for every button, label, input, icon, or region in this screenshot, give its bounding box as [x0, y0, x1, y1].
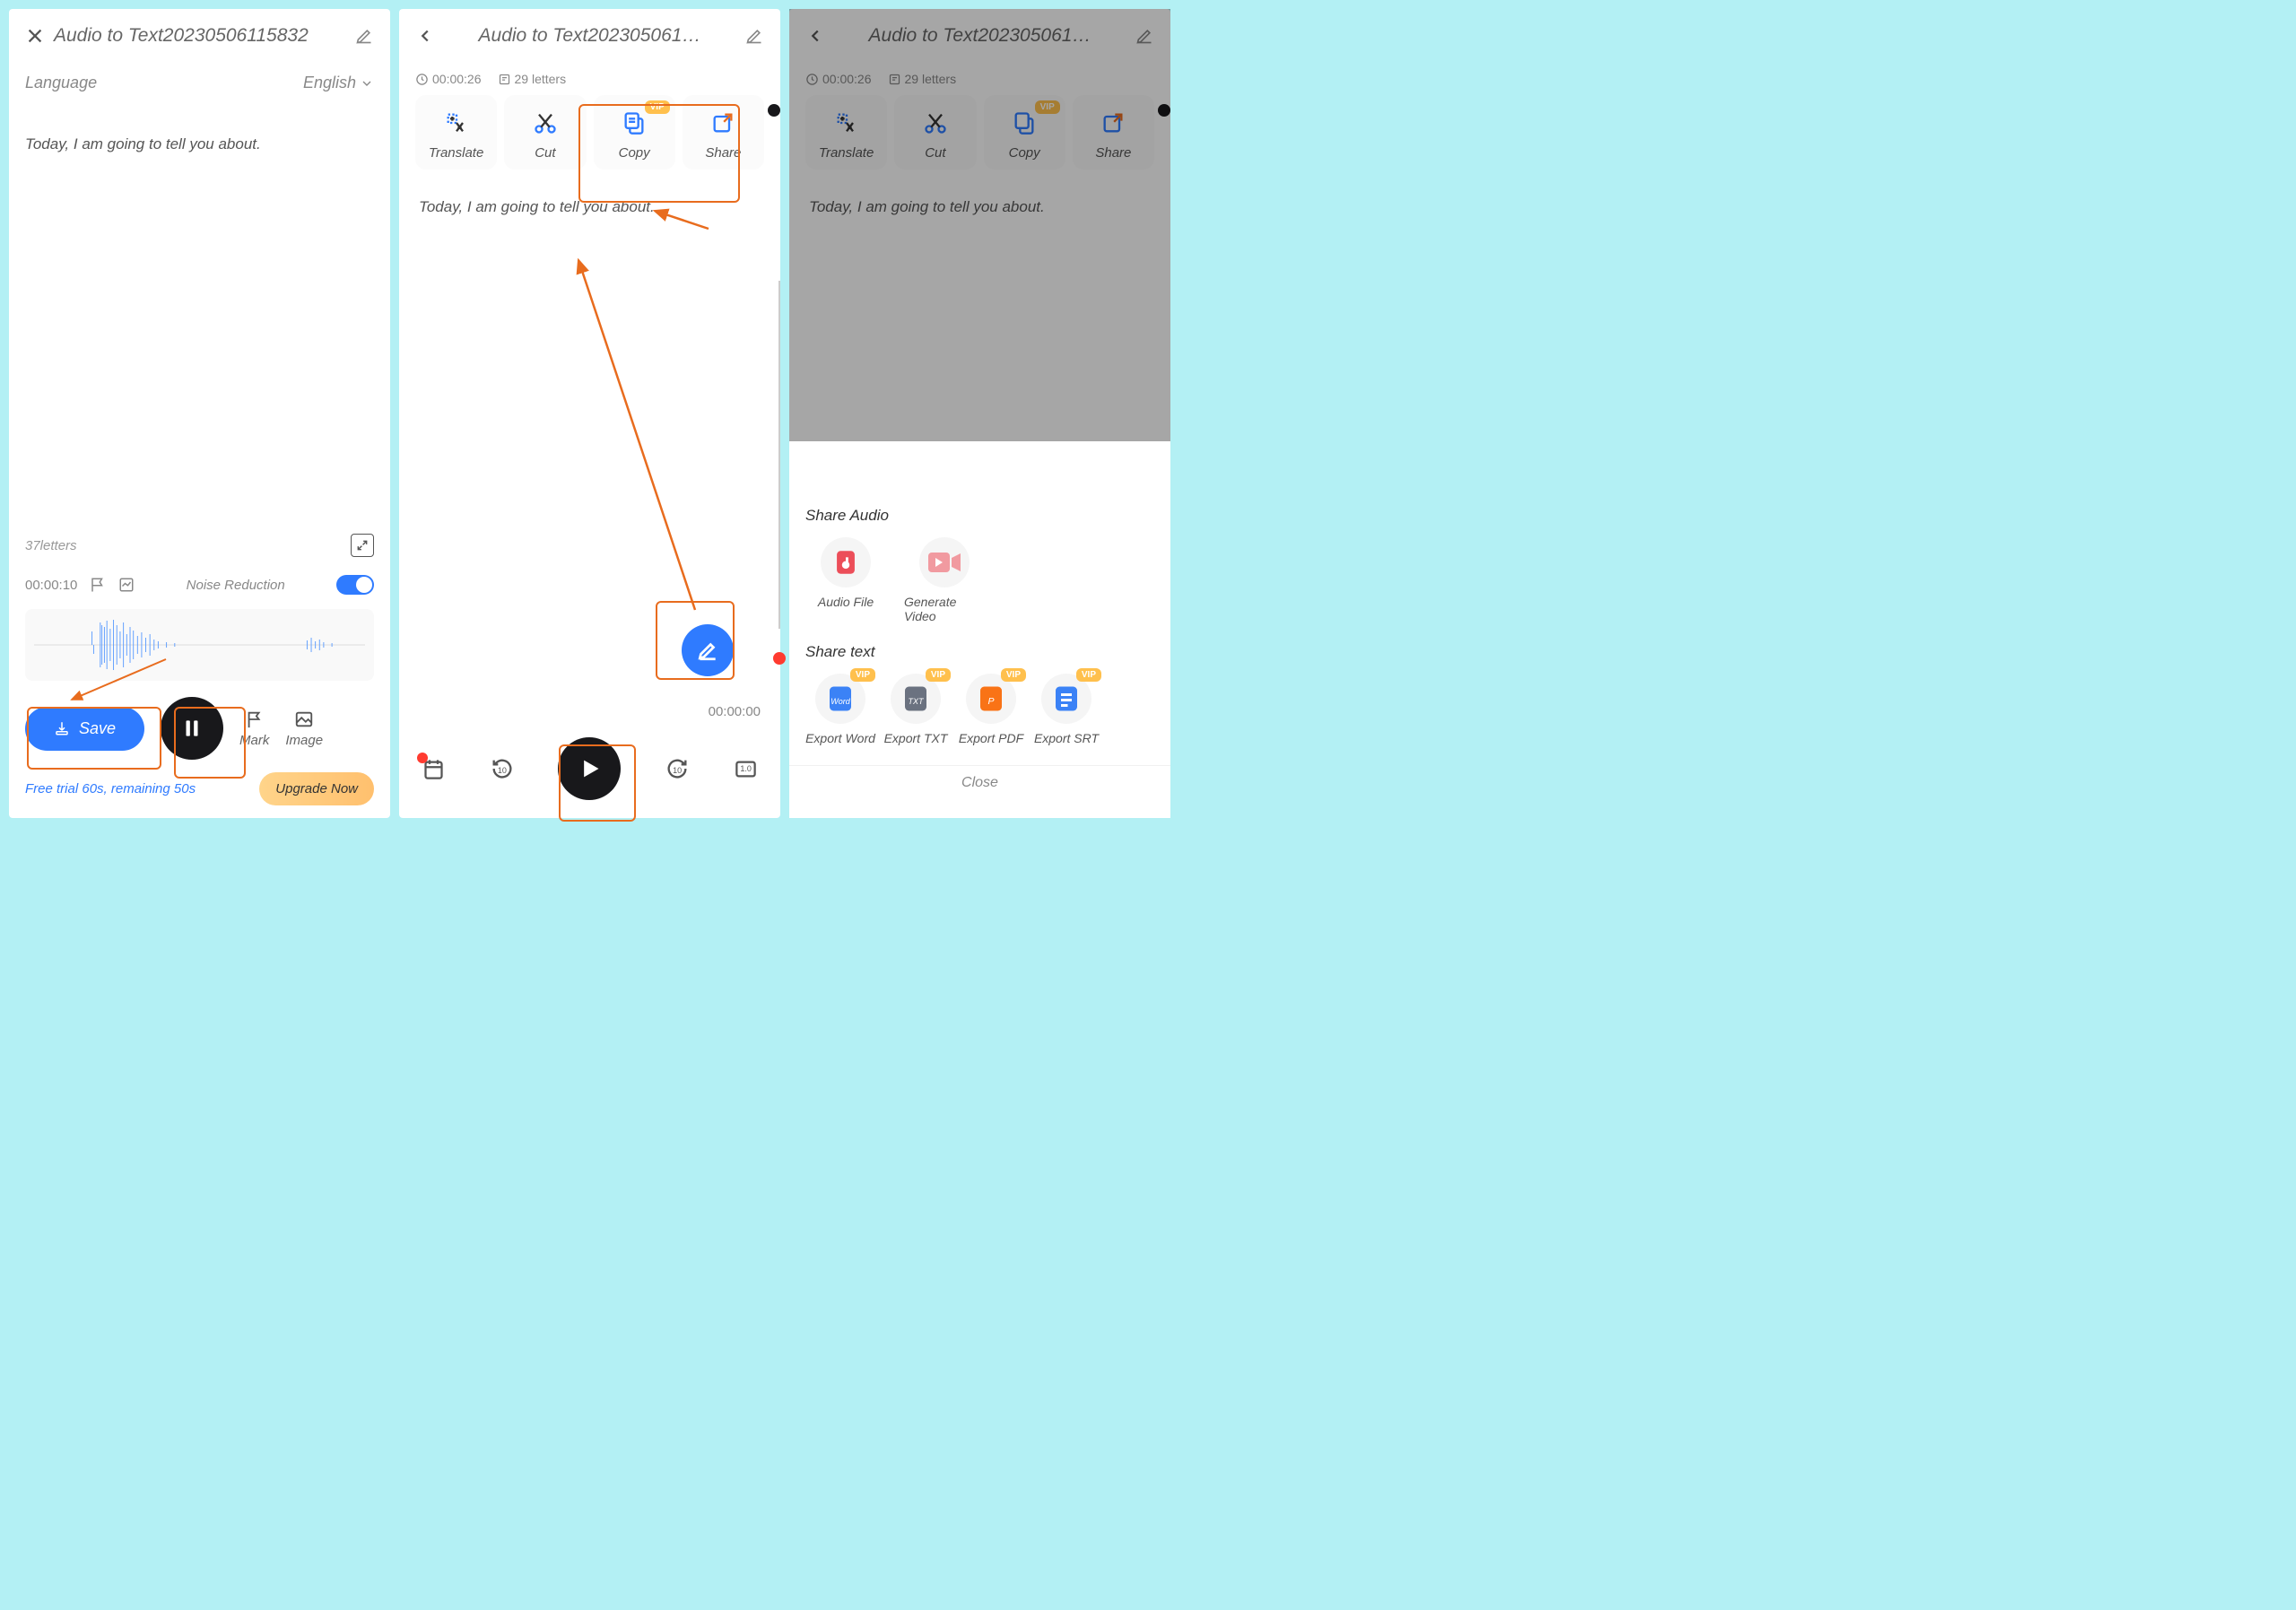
language-value: English	[303, 74, 356, 92]
audio-file-option[interactable]: Audio File	[805, 537, 886, 623]
scroll-end-dot	[773, 652, 786, 665]
cut-button[interactable]: Cut	[504, 95, 586, 170]
close-icon[interactable]	[25, 26, 45, 46]
edit-icon[interactable]	[354, 26, 374, 46]
share-text-title: Share text	[805, 643, 1154, 661]
language-row[interactable]: Language English	[25, 63, 374, 103]
expand-icon[interactable]	[351, 534, 374, 557]
calendar-alert-icon[interactable]	[421, 756, 446, 781]
save-label: Save	[79, 719, 116, 738]
upgrade-button[interactable]: Upgrade Now	[259, 772, 374, 805]
header: Audio to Text20230506115832	[9, 9, 390, 63]
letter-count: 29 letters	[498, 72, 567, 86]
chart-icon[interactable]	[118, 577, 135, 593]
scroll-track[interactable]	[778, 281, 780, 629]
close-button[interactable]: Close	[789, 765, 1170, 800]
video-icon	[919, 537, 970, 587]
rewind-10-icon[interactable]: 10	[490, 756, 515, 781]
screen-transcript: Audio to Text202305061… 00:00:26 29 lett…	[399, 9, 780, 818]
screen-recording: Audio to Text20230506115832 Language Eng…	[9, 9, 390, 818]
language-label: Language	[25, 74, 97, 92]
modal-overlay[interactable]	[789, 9, 1170, 441]
svg-text:P: P	[987, 696, 994, 707]
play-button[interactable]	[558, 737, 621, 800]
share-button[interactable]: Share	[683, 95, 764, 170]
export-pdf-option[interactable]: VIP P Export PDF	[956, 674, 1026, 745]
noise-reduction-label: Noise Reduction	[187, 578, 285, 593]
audio-file-icon	[821, 537, 871, 587]
svg-text:TXT: TXT	[909, 697, 926, 706]
playback-time: 00:00:00	[399, 701, 780, 728]
copy-icon	[621, 109, 648, 136]
svg-text:Word: Word	[831, 697, 850, 706]
duration: 00:00:26	[415, 72, 482, 86]
edit-icon[interactable]	[744, 26, 764, 46]
noise-reduction-toggle[interactable]	[336, 575, 374, 595]
elapsed-time: 00:00:10	[25, 578, 77, 593]
export-srt-option[interactable]: VIP Export SRT	[1031, 674, 1101, 745]
trial-text: Free trial 60s, remaining 50s	[25, 781, 196, 796]
page-title: Audio to Text202305061…	[444, 25, 735, 47]
waveform[interactable]	[25, 609, 374, 681]
copy-button[interactable]: VIP Copy	[594, 95, 675, 170]
export-txt-option[interactable]: VIP TXT Export TXT	[881, 674, 951, 745]
flag-icon[interactable]	[90, 577, 106, 593]
page-title: Audio to Text20230506115832	[54, 25, 345, 47]
share-icon	[709, 109, 736, 136]
speed-icon[interactable]: 1.0	[734, 756, 759, 781]
generate-video-option[interactable]: Generate Video	[904, 537, 985, 623]
screen-share-sheet: Audio to Text202305061… 00:00:26 29 lett…	[789, 9, 1170, 818]
mark-button[interactable]: Mark	[239, 709, 269, 748]
export-word-option[interactable]: VIP Word Export Word	[805, 674, 875, 745]
image-button[interactable]: Image	[285, 709, 323, 748]
chevron-down-icon	[360, 76, 374, 91]
save-button[interactable]: Save	[25, 707, 144, 751]
share-audio-title: Share Audio	[805, 507, 1154, 525]
edit-fab[interactable]	[682, 624, 734, 676]
translate-icon	[443, 109, 470, 136]
cut-icon	[532, 109, 559, 136]
translate-button[interactable]: Translate	[415, 95, 497, 170]
transcript-text: Today, I am going to tell you about.	[25, 103, 374, 534]
letter-count: 37letters	[25, 538, 77, 553]
share-sheet: Share Audio Audio File Generate Video Sh…	[789, 489, 1170, 818]
transcript-text: Today, I am going to tell you about.	[419, 182, 761, 216]
pause-button[interactable]	[161, 697, 223, 760]
back-icon[interactable]	[415, 26, 435, 46]
forward-10-icon[interactable]: 10	[665, 756, 690, 781]
